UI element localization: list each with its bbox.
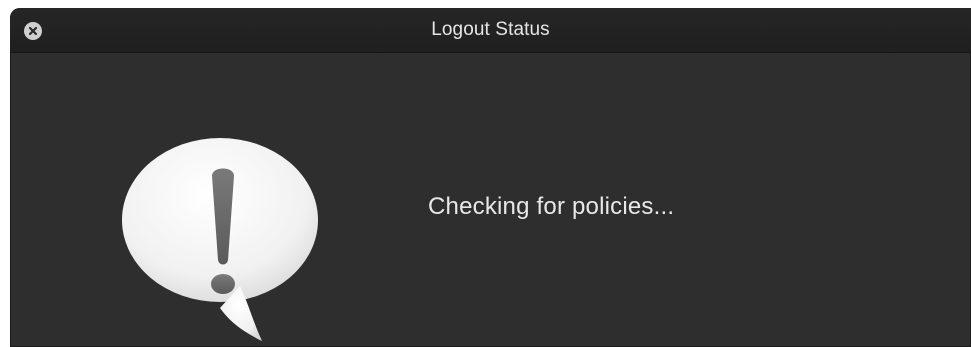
- window-title: Logout Status: [431, 19, 550, 40]
- logout-status-window: Logout Status Checking for policies...: [10, 8, 971, 347]
- close-icon: [28, 26, 38, 36]
- title-bar[interactable]: Logout Status: [10, 8, 971, 53]
- close-button[interactable]: [24, 22, 42, 40]
- status-message: Checking for policies...: [428, 193, 675, 220]
- alert-speech-bubble-icon: [122, 136, 322, 341]
- window-content: Checking for policies...: [10, 53, 971, 347]
